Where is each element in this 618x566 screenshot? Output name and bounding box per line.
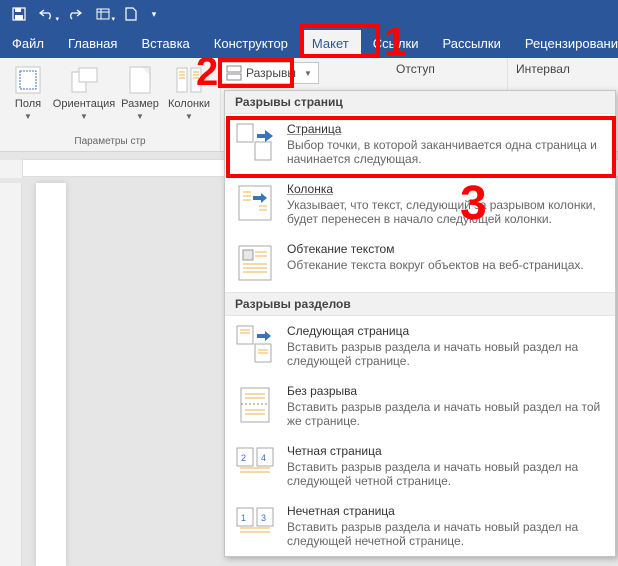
menu-item-textwrap[interactable]: Обтекание текстом Обтекание текста вокру…: [225, 234, 615, 292]
nextpage-break-icon: [235, 324, 275, 366]
menu-item-odd[interactable]: 13 Нечетная страница Вставить разрыв раз…: [225, 496, 615, 556]
tab-review[interactable]: Рецензирование: [513, 30, 618, 58]
svg-text:3: 3: [261, 513, 266, 523]
columns-label: Колонки: [168, 98, 210, 110]
breaks-button[interactable]: Разрывы ▼: [221, 62, 319, 84]
svg-text:1: 1: [241, 513, 246, 523]
table-button[interactable]: ▾: [90, 3, 116, 25]
menu-item-column[interactable]: Колонка Указывает, что текст, следующий …: [225, 174, 615, 234]
document-page[interactable]: [36, 183, 66, 566]
size-button[interactable]: Размер ▼: [118, 62, 162, 123]
chevron-down-icon: ▼: [185, 112, 193, 121]
chevron-down-icon: ▼: [80, 112, 88, 121]
menu-item-desc: Вставить разрыв раздела и начать новый р…: [287, 340, 605, 368]
redo-button[interactable]: [62, 3, 88, 25]
menu-item-title: Следующая страница: [287, 324, 605, 338]
undo-button[interactable]: ▾: [34, 3, 60, 25]
interval-label: Интервал: [516, 62, 610, 76]
tab-design[interactable]: Конструктор: [202, 30, 300, 58]
qat-customize-button[interactable]: ▾: [146, 3, 162, 25]
orientation-label: Ориентация: [53, 98, 115, 110]
menu-item-title: Четная страница: [287, 444, 605, 458]
orientation-button[interactable]: Ориентация ▼: [52, 62, 116, 123]
menu-item-title: Обтекание текстом: [287, 242, 584, 256]
menu-item-even[interactable]: 24 Четная страница Вставить разрыв разде…: [225, 436, 615, 496]
evenpage-break-icon: 24: [235, 444, 275, 486]
menu-item-desc: Указывает, что текст, следующий за разры…: [287, 198, 605, 226]
tab-mailings[interactable]: Рассылки: [430, 30, 512, 58]
chevron-down-icon: ▾: [111, 15, 115, 23]
textwrap-break-icon: [235, 242, 275, 284]
column-break-icon: [235, 182, 275, 224]
size-label: Размер: [121, 98, 159, 110]
size-icon: [124, 64, 156, 96]
indent-label: Отступ: [396, 62, 499, 76]
menu-item-page[interactable]: Страница Выбор точки, в которой заканчив…: [225, 114, 615, 174]
menu-item-desc: Вставить разрыв раздела и начать новый р…: [287, 520, 605, 548]
orientation-icon: [68, 64, 100, 96]
menu-item-title: Нечетная страница: [287, 504, 605, 518]
columns-icon: [173, 64, 205, 96]
margins-icon: [12, 64, 44, 96]
breaks-dropdown-menu: Разрывы страниц Страница Выбор точки, в …: [224, 90, 616, 557]
tab-home[interactable]: Главная: [56, 30, 129, 58]
menu-item-nextpage[interactable]: Следующая страница Вставить разрыв разде…: [225, 316, 615, 376]
page-break-icon: [235, 122, 275, 164]
new-doc-button[interactable]: [118, 3, 144, 25]
page-setup-group-label: Параметры стр: [74, 136, 145, 147]
page-setup-group: Поля ▼ Ориентация ▼ Размер ▼ Колонки ▼ Парам…: [0, 58, 221, 151]
menu-section-page-breaks: Разрывы страниц: [225, 91, 615, 114]
svg-text:2: 2: [241, 453, 246, 463]
columns-button[interactable]: Колонки ▼: [164, 62, 214, 123]
menu-section-section-breaks: Разрывы разделов: [225, 292, 615, 316]
tab-references[interactable]: Ссылки: [361, 30, 431, 58]
continuous-break-icon: [235, 384, 275, 426]
breaks-icon: [226, 65, 242, 81]
oddpage-break-icon: 13: [235, 504, 275, 546]
menu-item-desc: Вставить разрыв раздела и начать новый р…: [287, 460, 605, 488]
margins-button[interactable]: Поля ▼: [6, 62, 50, 123]
menu-item-desc: Выбор точки, в которой заканчивается одн…: [287, 138, 605, 166]
vertical-ruler[interactable]: [0, 183, 22, 566]
menu-item-title: Без разрыва: [287, 384, 605, 398]
chevron-down-icon: ▼: [136, 112, 144, 121]
ribbon-tabs: Файл Главная Вставка Конструктор Макет С…: [0, 28, 618, 58]
menu-item-continuous[interactable]: Без разрыва Вставить разрыв раздела и на…: [225, 376, 615, 436]
breaks-label: Разрывы: [246, 66, 296, 80]
chevron-down-icon: ▼: [304, 69, 312, 78]
menu-item-desc: Обтекание текста вокруг объектов на веб-…: [287, 258, 584, 272]
quick-access-toolbar: ▾ ▾ ▾: [0, 0, 618, 28]
menu-item-title: Колонка: [287, 182, 605, 196]
menu-item-desc: Вставить разрыв раздела и начать новый р…: [287, 400, 605, 428]
margins-label: Поля: [15, 98, 41, 110]
menu-item-title: Страница: [287, 122, 605, 136]
save-button[interactable]: [6, 3, 32, 25]
tab-layout[interactable]: Макет: [300, 30, 361, 58]
chevron-down-icon: ▼: [24, 112, 32, 121]
chevron-down-icon: ▾: [55, 15, 59, 23]
tab-insert[interactable]: Вставка: [129, 30, 201, 58]
svg-text:4: 4: [261, 453, 266, 463]
tab-file[interactable]: Файл: [0, 30, 56, 58]
